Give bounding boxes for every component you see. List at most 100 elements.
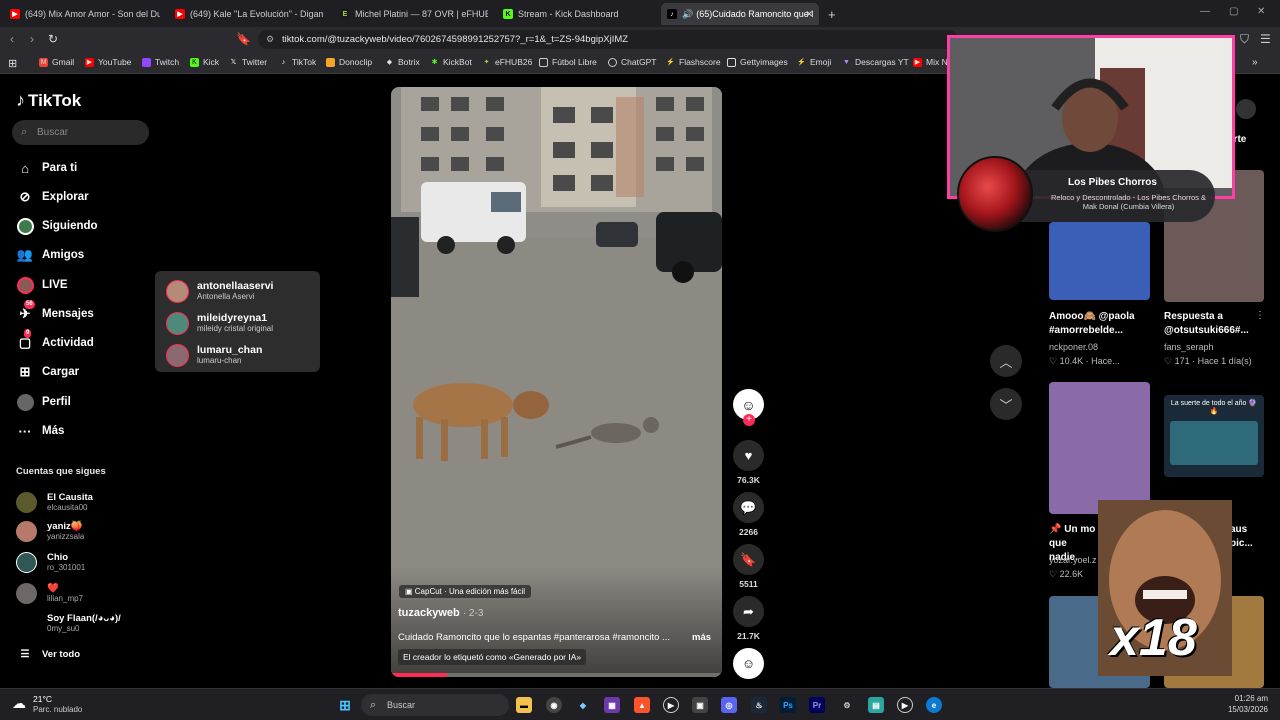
- popup-account[interactable]: mileidyreyna1 mileidy cristal original: [166, 310, 273, 336]
- nav-para-ti[interactable]: ⌂ Para ti: [16, 158, 77, 178]
- app-icon[interactable]: ▣: [692, 697, 708, 713]
- caption-more-link[interactable]: más: [692, 632, 711, 643]
- following-account[interactable]: El Causita elcausita00: [16, 489, 93, 515]
- popup-account[interactable]: antonellaaservi Antonella Aservi: [166, 278, 273, 304]
- bookmark-icon[interactable]: 🔖: [236, 32, 251, 46]
- edge-icon[interactable]: e: [926, 697, 942, 713]
- apps-grid-icon[interactable]: ⊞: [8, 57, 17, 70]
- bookmark-descargas-yt[interactable]: ▼ Descargas YT: [842, 57, 909, 67]
- settings-icon[interactable]: ⚙: [839, 697, 855, 713]
- tiktok-logo[interactable]: ♪ TikTok: [16, 90, 81, 111]
- see-all-link[interactable]: ☰ Ver todo: [16, 644, 81, 664]
- video-progress-bar[interactable]: [391, 673, 722, 677]
- nav-siguiendo[interactable]: Siguiendo: [16, 216, 98, 236]
- card-title[interactable]: aus pic...: [1230, 523, 1253, 551]
- profile-avatar[interactable]: [1236, 99, 1256, 119]
- follow-plus-icon[interactable]: +: [743, 414, 755, 426]
- card-user[interactable]: yozar.yoel.z: [1049, 555, 1097, 565]
- app-icon[interactable]: ◆: [575, 697, 591, 713]
- steam-icon[interactable]: ♨: [751, 697, 767, 713]
- following-account[interactable]: ❤️ lilian_mp7: [16, 580, 83, 606]
- comment-button[interactable]: 💬 2266: [733, 492, 764, 537]
- close-tab-icon[interactable]: ✕: [805, 9, 813, 20]
- tab-efhub[interactable]: E Michel Platini — 87 OVR | eFHUB: [340, 3, 488, 25]
- nav-amigos[interactable]: 👥 Amigos: [16, 245, 84, 265]
- app-icon[interactable]: ▦: [604, 697, 620, 713]
- bookmark-donoclip[interactable]: Donoclip: [326, 57, 372, 67]
- previous-video-button[interactable]: ︿: [990, 345, 1022, 377]
- windows-start-icon[interactable]: ⊞: [337, 697, 353, 713]
- nav-perfil[interactable]: Perfil: [16, 392, 71, 412]
- card-user[interactable]: fans_seraph: [1164, 342, 1214, 352]
- bookmark-botrix[interactable]: ◆ Botrix: [385, 57, 420, 67]
- bookmark-flashscore[interactable]: ⚡ Flashscore: [666, 57, 720, 67]
- bookmark-emoji[interactable]: ⚡ Emoji: [797, 57, 831, 67]
- bookmark-chatgpt[interactable]: ChatGPT: [608, 57, 656, 67]
- next-video-button[interactable]: ﹀: [990, 388, 1022, 420]
- following-account[interactable]: Chio ro_301001: [16, 549, 85, 575]
- bookmark-futbol-libre[interactable]: Fútbol Libre: [539, 57, 597, 67]
- more-bookmarks-icon[interactable]: »: [1252, 57, 1258, 68]
- card-title[interactable]: Respuesta a @otsutsuki666#...: [1164, 310, 1269, 338]
- taskbar-search[interactable]: ⌕ Buscar: [361, 694, 509, 716]
- menu-icon[interactable]: ☰: [1260, 32, 1271, 46]
- capcut-tag[interactable]: ▣ CapCut · Una edición más fácil: [399, 585, 532, 598]
- maximize-icon[interactable]: ▢: [1229, 6, 1238, 17]
- nav-mensajes[interactable]: ✈ 56 Mensajes: [16, 300, 94, 324]
- nav-mas[interactable]: ··· Más: [16, 421, 65, 441]
- new-tab-button[interactable]: +: [828, 3, 840, 25]
- premiere-icon[interactable]: Pr: [809, 697, 825, 713]
- discord-icon[interactable]: ◎: [721, 697, 737, 713]
- reload-icon[interactable]: ↻: [48, 32, 58, 46]
- video-thumbnail[interactable]: [1049, 222, 1150, 300]
- player-icon[interactable]: ▶: [897, 697, 913, 713]
- taskbar-clock[interactable]: 01:26 am 15/03/2026: [1200, 693, 1268, 715]
- bookmark-twitch[interactable]: Twitch: [142, 57, 179, 67]
- close-window-icon[interactable]: ✕: [1257, 6, 1265, 17]
- media-icon[interactable]: ▶: [663, 697, 679, 713]
- nav-actividad[interactable]: ▢ 9 Actividad: [16, 329, 94, 353]
- bookmark-gettyimages[interactable]: Gettyimages: [727, 57, 788, 67]
- tab-kale[interactable]: ▶ (649) Kale "La Evolución" - Digame U: [175, 3, 323, 25]
- nav-live[interactable]: LIVE: [16, 275, 68, 295]
- tab-tiktok-active[interactable]: ♪ 🔊 (65)Cuidado Ramoncito que l ✕: [661, 3, 819, 25]
- obs-icon[interactable]: ◉: [546, 697, 562, 713]
- file-explorer-icon[interactable]: ▬: [516, 697, 532, 713]
- photoshop-icon[interactable]: Ps: [780, 697, 796, 713]
- shield-icon[interactable]: ⛉: [1240, 32, 1249, 47]
- back-icon[interactable]: ‹: [10, 32, 14, 46]
- tab-mix-amor[interactable]: ▶ (649) Mix Amor Amor - Son del Duke: [10, 3, 160, 25]
- brave-icon[interactable]: ▲: [634, 697, 650, 713]
- bookmark-twitter[interactable]: 𝕏 Twitter: [229, 57, 267, 67]
- following-account[interactable]: Soy Flaan(/◕ᴗ◕)/0my_su0: [16, 610, 121, 636]
- bookmark-kickbot[interactable]: ✱ KickBot: [430, 57, 472, 67]
- music-disc-button[interactable]: ☺: [733, 648, 764, 679]
- bookmark-youtube[interactable]: ▶ YouTube: [85, 57, 131, 67]
- share-button[interactable]: ➦ 21.7K: [733, 596, 764, 641]
- minimize-icon[interactable]: —: [1200, 6, 1210, 17]
- like-button[interactable]: ♥ 76.3K: [733, 440, 764, 485]
- video-thumbnail[interactable]: [1049, 382, 1150, 514]
- card-user[interactable]: nckponer.08: [1049, 342, 1098, 352]
- notepad-icon[interactable]: ▤: [868, 697, 884, 713]
- tab-kick-dashboard[interactable]: K Stream - Kick Dashboard: [503, 3, 651, 25]
- bookmark-kick[interactable]: K Kick: [190, 57, 219, 67]
- site-settings-icon[interactable]: ⚙: [266, 30, 274, 49]
- bookmark-tiktok[interactable]: ♪ TikTok: [279, 57, 317, 67]
- card-title[interactable]: Amooo🙈 @paola #amorrebelde...: [1049, 310, 1154, 338]
- nav-explorar[interactable]: ⊘ Explorar: [16, 187, 89, 207]
- bookmark-mix[interactable]: ▶ Mix N: [913, 57, 948, 67]
- forward-icon[interactable]: ›: [30, 32, 34, 46]
- nav-cargar[interactable]: ⊞ Cargar: [16, 362, 80, 382]
- search-input[interactable]: ⌕ Buscar: [12, 120, 149, 145]
- video-author[interactable]: tuzackyweb · 2-3: [398, 607, 483, 619]
- video-thumbnail[interactable]: La suerte de todo el año 🔮🔥: [1164, 395, 1264, 477]
- save-button[interactable]: 🔖 5511: [733, 544, 764, 589]
- video-player[interactable]: ▣ CapCut · Una edición más fácil tuzacky…: [391, 87, 722, 677]
- more-options-icon[interactable]: ⋮: [1255, 310, 1265, 321]
- bookmark-gmail[interactable]: M Gmail: [39, 57, 74, 67]
- bookmark-efhub26[interactable]: ✦ eFHUB26: [482, 57, 533, 67]
- creator-avatar-button[interactable]: ☺ +: [733, 389, 764, 426]
- following-account[interactable]: yaniz🍑 yanizzsala: [16, 518, 84, 544]
- popup-account[interactable]: lumaru_chan lumaru-chan: [166, 342, 262, 368]
